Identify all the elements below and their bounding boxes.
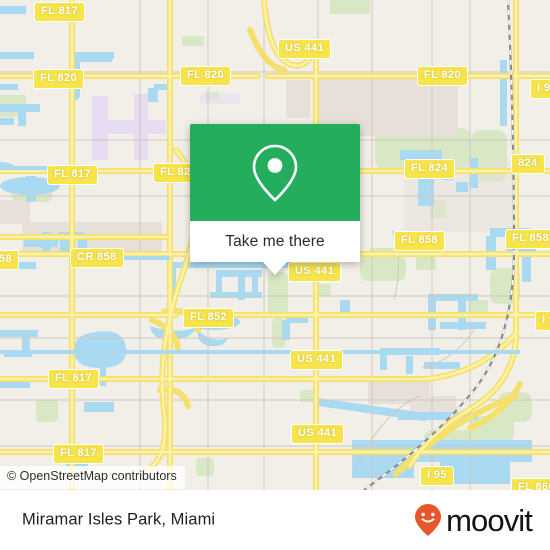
- road-shield-text: FL 820: [424, 69, 462, 81]
- road-shield-text: US 441: [295, 265, 335, 277]
- callout-cta-panel[interactable]: Take me there: [190, 221, 360, 275]
- road-shield-label: FL 820: [180, 66, 232, 86]
- road-shield-label: I 95: [420, 466, 454, 486]
- road-shield-text: FL 824: [411, 162, 449, 174]
- road-shield-text: 58: [0, 253, 13, 265]
- road-shield-label: FL 817: [47, 165, 99, 185]
- road-shield-label: US 441: [288, 262, 342, 282]
- map-pin-icon: [252, 144, 298, 202]
- moovit-map-screen: FL 817 US 441 FL 820 FL 820 FL 820 I 95 FL 817…: [0, 0, 550, 550]
- road-shield-text: US 441: [285, 42, 325, 54]
- road-shield-text: FL 820: [40, 72, 78, 84]
- callout-icon-panel: [190, 124, 360, 221]
- road-shield-text: FL 860: [518, 481, 550, 491]
- road-shield-label: FL 820: [33, 69, 85, 89]
- road-shield-text: FL 817: [60, 447, 98, 459]
- road-shield-label: FL 858: [394, 231, 446, 251]
- road-shield-text: FL 817: [54, 168, 92, 180]
- road-shield-label: US 441: [290, 350, 344, 370]
- road-shield-text: I 95: [537, 82, 550, 94]
- place-title: Miramar Isles Park, Miami: [22, 510, 216, 529]
- road-shield-label: FL 817: [34, 2, 86, 22]
- road-shield-text: I 95: [542, 314, 550, 326]
- road-shield-label: CR 858: [70, 248, 124, 268]
- road-shield-text: FL 817: [41, 5, 79, 17]
- road-shield-label: FL 820: [417, 66, 469, 86]
- road-shield-text: I 95: [427, 469, 447, 481]
- road-shield-label: 58: [0, 250, 20, 270]
- road-shield-label: FL 817: [48, 369, 100, 389]
- road-shield-text: FL 858: [401, 234, 439, 246]
- road-shield-text: US 441: [297, 353, 337, 365]
- road-shield-text: FL 817: [55, 372, 93, 384]
- road-shield-label: I 95: [530, 79, 550, 99]
- moovit-wordmark: moovit: [446, 502, 533, 538]
- road-shield-text: 824: [518, 157, 538, 169]
- osm-attribution[interactable]: © OpenStreetMap contributors: [0, 466, 185, 489]
- road-shield-label: FL 824: [404, 159, 456, 179]
- road-shield-text: FL 852: [190, 311, 228, 323]
- road-shield-label: FL 852: [183, 308, 235, 328]
- road-shield-label: 824: [511, 154, 545, 174]
- callout-cta-label: Take me there: [225, 232, 325, 250]
- road-shield-text: CR 858: [77, 251, 117, 263]
- road-shield-label: US 441: [278, 39, 332, 59]
- road-shield-text: FL 820: [187, 69, 225, 81]
- footer-bar: Miramar Isles Park, Miami moovit: [0, 490, 550, 550]
- take-me-there-callout[interactable]: Take me there: [190, 124, 360, 275]
- road-shield-label: US 441: [291, 424, 345, 444]
- road-shield-label: FL 858: [505, 229, 550, 249]
- road-shield-label: FL 860: [511, 478, 550, 490]
- road-shield-label: FL 817: [53, 444, 105, 464]
- moovit-logo[interactable]: moovit: [413, 502, 533, 538]
- moovit-pin-icon: [415, 504, 442, 536]
- road-shield-label: I 95: [535, 311, 550, 331]
- road-shield-text: US 441: [298, 427, 338, 439]
- road-shield-text: FL 858: [512, 232, 550, 244]
- callout-pointer: [262, 261, 288, 275]
